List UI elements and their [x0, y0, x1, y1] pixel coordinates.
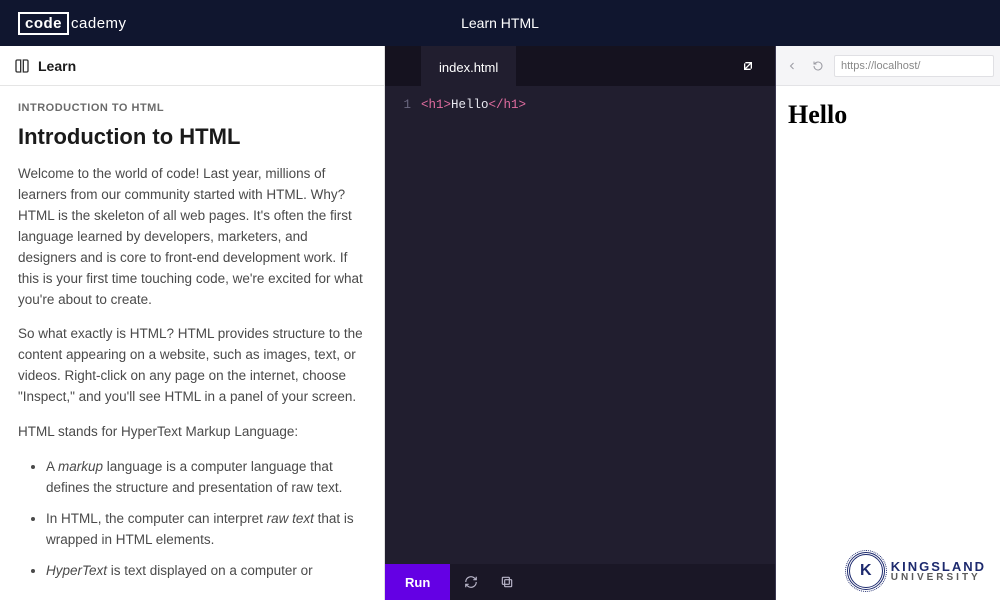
lesson-eyebrow: INTRODUCTION TO HTML: [18, 102, 366, 114]
lesson-paragraph: So what exactly is HTML? HTML provides s…: [18, 324, 366, 408]
lesson-paragraph: HTML stands for HyperText Markup Languag…: [18, 422, 366, 443]
lesson-bullet: A markup language is a computer language…: [46, 457, 366, 499]
editor-footer: Run: [385, 564, 775, 600]
refresh-icon[interactable]: [456, 564, 486, 600]
copy-icon[interactable]: [492, 564, 522, 600]
lesson-tab-label[interactable]: Learn: [38, 58, 76, 74]
code-area[interactable]: 1 <h1>Hello</h1>: [385, 86, 775, 564]
course-title: Learn HTML: [461, 15, 539, 31]
top-header: code cademy Learn HTML: [0, 0, 1000, 46]
lesson-paragraph: Welcome to the world of code! Last year,…: [18, 164, 366, 310]
lesson-bullet: In HTML, the computer can interpret raw …: [46, 509, 366, 551]
lesson-content: INTRODUCTION TO HTML Introduction to HTM…: [0, 86, 384, 600]
preview-output: Hello: [776, 86, 1000, 600]
logo[interactable]: code cademy: [18, 12, 127, 35]
expand-icon[interactable]: [731, 46, 765, 86]
lesson-panel: Learn INTRODUCTION TO HTML Introduction …: [0, 46, 385, 600]
lesson-title: Introduction to HTML: [18, 124, 366, 150]
editor-tab[interactable]: index.html: [421, 46, 516, 86]
url-bar[interactable]: https://localhost/: [834, 55, 994, 77]
back-icon[interactable]: [782, 56, 802, 76]
code-line[interactable]: <h1>Hello</h1>: [421, 98, 775, 564]
reload-icon[interactable]: [808, 56, 828, 76]
line-number: 1: [385, 98, 421, 564]
code-editor-panel: index.html 1 <h1>Hello</h1> Run: [385, 46, 775, 600]
lesson-bullet: HyperText is text displayed on a compute…: [46, 561, 366, 582]
logo-text: cademy: [69, 15, 127, 32]
logo-box: code: [18, 12, 69, 35]
run-button[interactable]: Run: [385, 564, 450, 600]
preview-panel: https://localhost/ Hello: [775, 46, 1000, 600]
browser-toolbar: https://localhost/: [776, 46, 1000, 86]
editor-tab-bar: index.html: [385, 46, 775, 86]
lesson-tab-bar: Learn: [0, 46, 384, 86]
book-icon: [14, 58, 30, 74]
preview-heading: Hello: [788, 100, 988, 130]
